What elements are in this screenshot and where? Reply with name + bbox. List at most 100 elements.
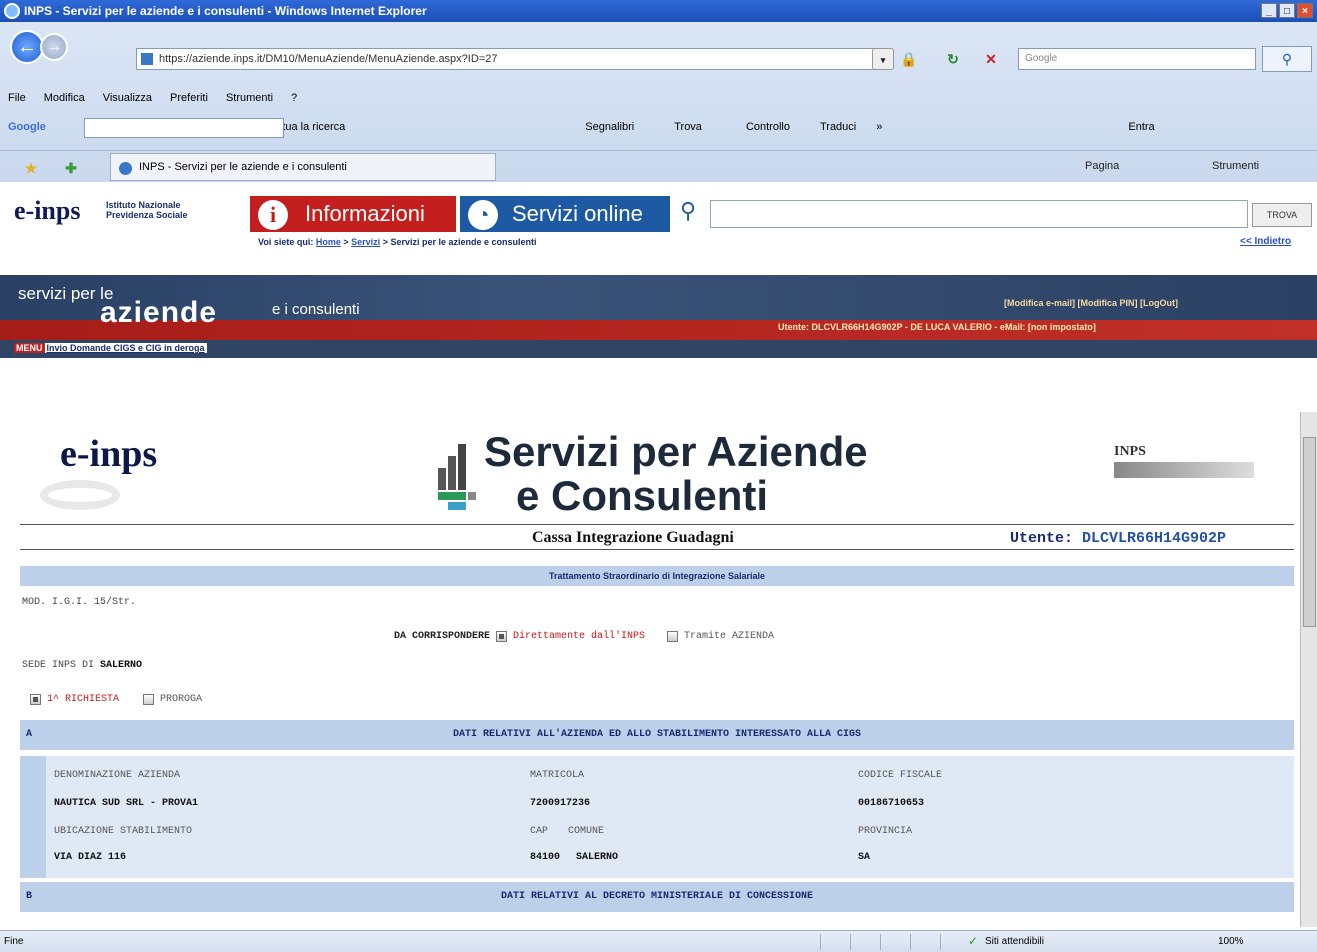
site-search-input[interactable]	[710, 200, 1248, 228]
trusted-check-icon: ✓	[968, 934, 979, 948]
page-menu[interactable]: Pagina	[1085, 160, 1119, 172]
key-logo-ring	[40, 480, 120, 510]
favorites-star-icon[interactable]: ★	[20, 157, 42, 179]
check-button[interactable]: Controllo	[746, 121, 790, 133]
status-seg	[850, 934, 872, 950]
trova-button[interactable]: TROVA	[1252, 203, 1312, 227]
scrollbar-thumb[interactable]	[1303, 437, 1316, 627]
informazioni-button[interactable]: i Informazioni	[250, 196, 456, 232]
cap-label: CAP	[530, 826, 549, 837]
status-seg	[880, 934, 902, 950]
zoom-level[interactable]: 100%	[1218, 936, 1244, 947]
status-text: Fine	[4, 936, 24, 947]
more-button[interactable]: »	[876, 121, 882, 133]
servizi-online-button[interactable]: ◔ Servizi online	[460, 196, 670, 232]
status-seg	[940, 934, 962, 950]
menu-label[interactable]: MENU	[14, 343, 45, 353]
browser-tab[interactable]: INPS - Servizi per le aziende e i consul…	[110, 153, 496, 181]
minimize-button[interactable]: _	[1261, 3, 1277, 18]
status-seg	[910, 934, 932, 950]
menu-modifica[interactable]: Modifica	[44, 92, 85, 110]
forward-button[interactable]: →	[40, 33, 68, 61]
denominazione-value: NAUTICA SUD SRL - PROVA1	[54, 798, 199, 809]
divider-top	[20, 524, 1294, 525]
find-button[interactable]: Trova	[674, 121, 702, 133]
direttamente-label: Direttamente dall'INPS	[513, 631, 646, 642]
section-b-header: B DATI RELATIVI AL DECRETO MINISTERIALE …	[20, 882, 1294, 912]
richiesta-label: 1^ RICHIESTA	[47, 694, 120, 705]
trattamento-header: Trattamento Straordinario di Integrazion…	[20, 566, 1294, 586]
ie-icon	[4, 3, 20, 19]
richiesta-checkbox[interactable]	[30, 694, 41, 705]
utente-value: DLCVLR66H14G902P	[1082, 530, 1227, 547]
utente-line: Utente: DLCVLR66H14G902P	[1010, 530, 1226, 547]
menu-row: MENU Invio Domande CIGS e CIG in deroga	[14, 343, 207, 353]
dropdown-arrow-icon[interactable]: ▾	[872, 48, 894, 70]
search-icon[interactable]: ⚲	[1262, 46, 1312, 72]
maximize-button[interactable]: □	[1279, 3, 1295, 18]
translate-button[interactable]: Traduci	[820, 121, 856, 133]
ubicazione-value: VIA DIAZ 116	[54, 852, 127, 863]
account-links[interactable]: [Modifica e-mail] [Modifica PIN] [LogOut…	[1004, 298, 1178, 308]
section-a-title: DATI RELATIVI ALL'AZIENDA ED ALLO STABIL…	[452, 729, 862, 740]
status-seg	[820, 934, 842, 950]
inps-logo[interactable]: e-inps	[14, 196, 80, 226]
browser-search-input[interactable]: Google	[1018, 48, 1256, 70]
inps-org-name: Istituto Nazionale Previdenza Sociale	[106, 200, 188, 220]
tramite-checkbox[interactable]	[667, 631, 679, 642]
close-button[interactable]: ×	[1297, 3, 1313, 18]
section-a-header: A DATI RELATIVI ALL'AZIENDA ED ALLO STAB…	[20, 720, 1294, 750]
sede-label: SEDE INPS DI	[22, 660, 95, 671]
vertical-scrollbar[interactable]	[1300, 412, 1317, 927]
stop-icon[interactable]: ✕	[980, 48, 1002, 70]
crumb-prefix: Voi siete qui:	[258, 237, 314, 247]
add-favorite-icon[interactable]: ✚	[60, 157, 82, 179]
ubicazione-label: UBICAZIONE STABILIMENTO	[54, 826, 193, 837]
banner-big-text: aziende	[100, 296, 218, 329]
org-line1: Istituto Nazionale	[106, 200, 181, 210]
sede-row: SEDE INPS DI SALERNO	[22, 660, 142, 671]
invio-domande-link[interactable]: Invio Domande CIGS e CIG in deroga	[44, 343, 207, 353]
menu-strumenti[interactable]: Strumenti	[226, 92, 273, 110]
informazioni-label: Informazioni	[305, 201, 425, 226]
window-title-bar: INPS - Servizi per le aziende e i consul…	[0, 0, 1317, 22]
servizi-online-label: Servizi online	[512, 201, 643, 226]
matricola-label: MATRICOLA	[530, 770, 585, 781]
menu-preferiti[interactable]: Preferiti	[170, 92, 208, 110]
matricola-value: 7200917236	[530, 798, 591, 809]
google-search-input[interactable]	[84, 118, 284, 138]
page-title: Servizi per Aziende e Consulenti	[484, 430, 868, 518]
section-a-side	[20, 756, 46, 878]
crumb-servizi-link[interactable]: Servizi	[351, 237, 380, 247]
crumb-home-link[interactable]: Home	[316, 237, 341, 247]
cap-value: 84100	[530, 852, 561, 863]
google-logo: Google	[8, 121, 46, 133]
back-link[interactable]: << Indietro	[1240, 236, 1291, 247]
banner-tail-text: e i consulenti	[272, 301, 360, 318]
lock-icon[interactable]: 🔒	[898, 48, 920, 70]
address-bar[interactable]: https://aziende.inps.it/DM10/MenuAziende…	[136, 48, 888, 70]
refresh-icon[interactable]: ↻	[942, 48, 964, 70]
mod-code: MOD. I.G.I. 15/Str.	[22, 597, 137, 608]
menu-visualizza[interactable]: Visualizza	[103, 92, 152, 110]
crumb-current: > Servizi per le aziende e consulenti	[382, 237, 537, 247]
utente-label: Utente:	[1010, 530, 1074, 547]
menu-bar: File Modifica Visualizza Preferiti Strum…	[0, 92, 1317, 110]
page-title-line2: e Consulenti	[516, 472, 769, 519]
tramite-label: Tramite AZIENDA	[684, 631, 775, 642]
login-button[interactable]: Entra	[1128, 121, 1154, 133]
zone-label: Siti attendibili	[985, 936, 1044, 947]
status-bar: Fine ✓ Siti attendibili 100%	[0, 930, 1317, 952]
back-button[interactable]: ←	[10, 30, 44, 64]
bookmarks-button[interactable]: Segnalibri	[585, 121, 634, 133]
einps-page-logo: e-inps	[60, 433, 158, 475]
codice-fiscale-value: 00186710653	[858, 798, 925, 809]
tools-menu[interactable]: Strumenti	[1212, 160, 1259, 172]
divider-bottom	[20, 549, 1294, 550]
menu-file[interactable]: File	[8, 92, 26, 110]
direttamente-checkbox[interactable]	[496, 631, 508, 642]
richiesta-row: 1^ RICHIESTA PROROGA	[30, 694, 202, 705]
proroga-checkbox[interactable]	[143, 694, 155, 705]
menu-help[interactable]: ?	[291, 92, 297, 110]
inps-mark: INPS	[1114, 444, 1146, 459]
